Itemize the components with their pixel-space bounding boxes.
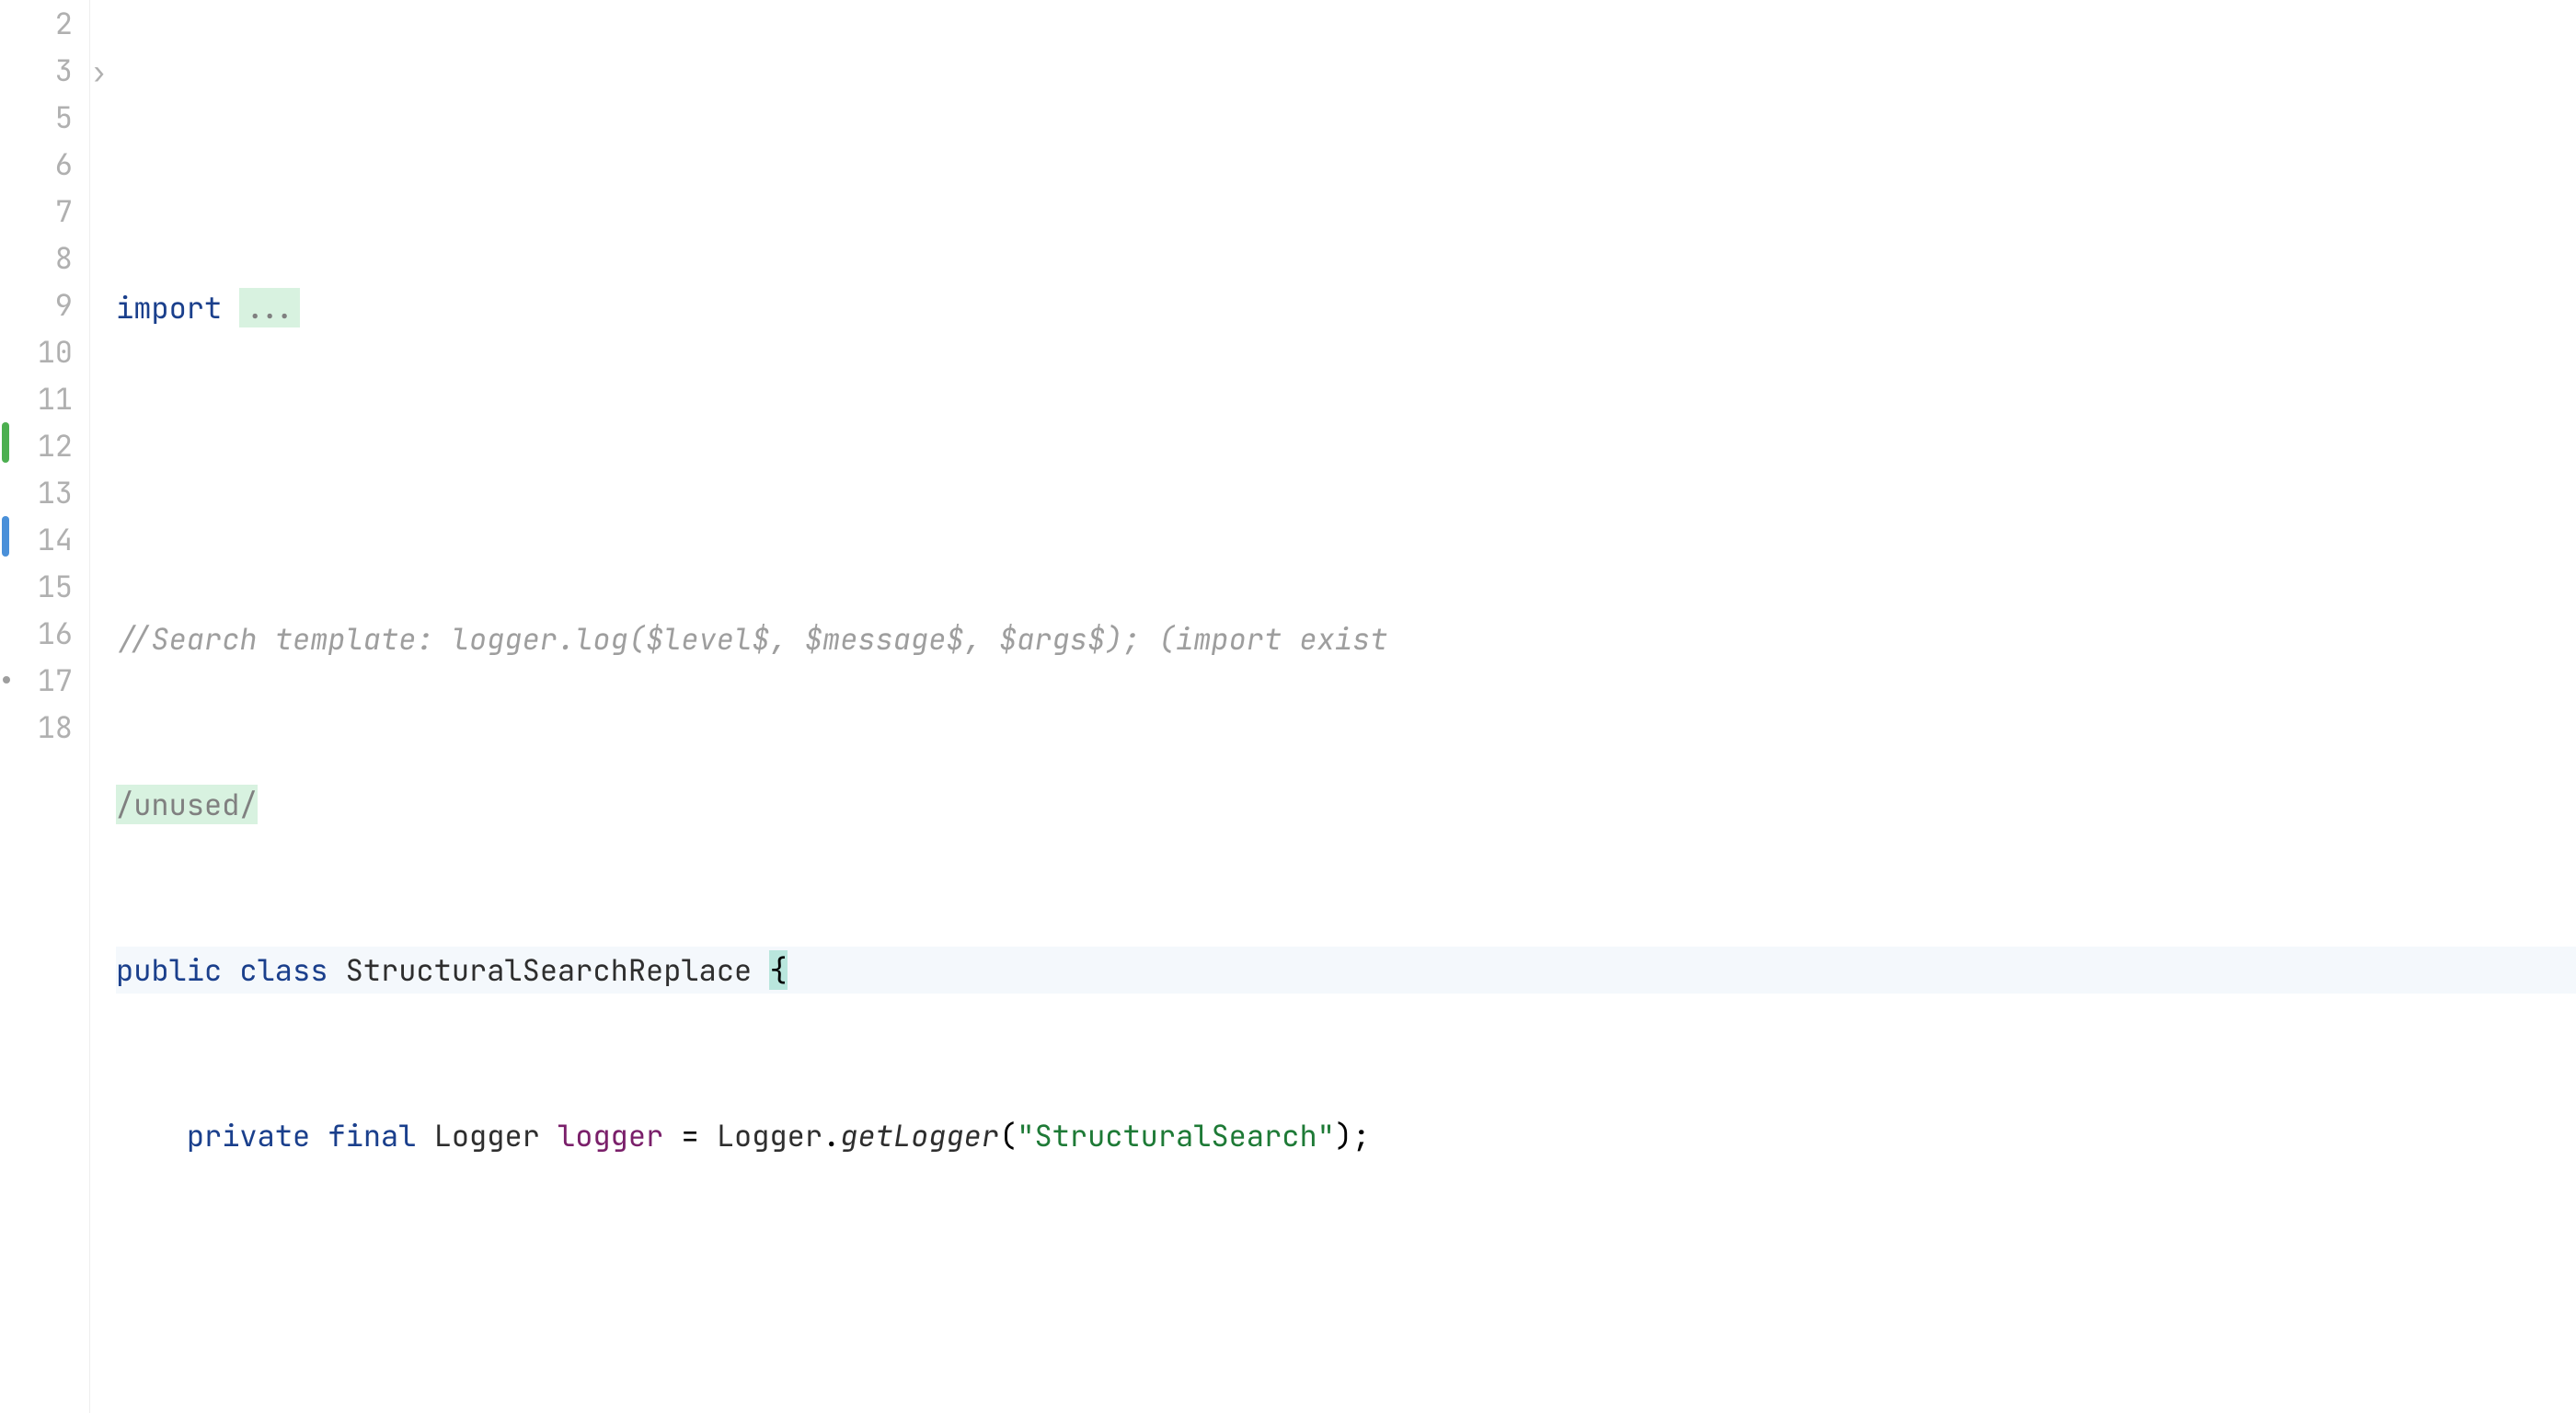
fold-toggle[interactable]: ›: [90, 47, 116, 94]
line-number[interactable]: 14: [11, 516, 73, 563]
field-name: logger: [558, 1116, 663, 1155]
keyword-private: private: [187, 1116, 310, 1155]
type-name: Logger: [717, 1116, 822, 1155]
folded-region[interactable]: ...: [239, 288, 300, 327]
code-line[interactable]: /unused/: [116, 781, 2576, 828]
fold-column: ›: [90, 0, 116, 1413]
string-literal: "StructuralSearch": [1017, 1116, 1335, 1155]
code-line[interactable]: import ...: [116, 284, 2576, 331]
line-number[interactable]: 18: [11, 704, 73, 751]
code-line-current[interactable]: public class StructuralSearchReplace {: [116, 947, 2576, 994]
code-line[interactable]: [116, 450, 2576, 497]
line-number[interactable]: 15: [11, 563, 73, 610]
text: );: [1335, 1116, 1370, 1155]
line-number[interactable]: 17: [11, 657, 73, 704]
text: (: [999, 1116, 1017, 1155]
code-line[interactable]: private final Logger logger = Logger.get…: [116, 1112, 2576, 1159]
line-number-gutter[interactable]: 2 3 5 6 7 8 9 10 11 12 13 14 15 16 17 18: [11, 0, 90, 1413]
text: .: [822, 1116, 840, 1155]
keyword-public: public: [116, 950, 222, 990]
keyword-class: class: [239, 950, 328, 990]
line-number[interactable]: 9: [11, 281, 73, 328]
line-number[interactable]: 13: [11, 469, 73, 516]
vcs-marker-modified[interactable]: [2, 516, 9, 557]
keyword-final: final: [328, 1116, 416, 1155]
line-number[interactable]: 5: [11, 94, 73, 141]
keyword-import: import: [116, 288, 222, 327]
code-line[interactable]: [116, 1278, 2576, 1325]
code-line[interactable]: [116, 119, 2576, 166]
line-number[interactable]: 10: [11, 328, 73, 375]
line-number[interactable]: 8: [11, 235, 73, 281]
chevron-right-icon: ›: [90, 49, 108, 96]
text: =: [663, 1116, 717, 1155]
line-number[interactable]: 16: [11, 610, 73, 657]
line-number[interactable]: 7: [11, 188, 73, 235]
line-number[interactable]: 6: [11, 141, 73, 188]
static-method: getLogger: [840, 1116, 999, 1155]
code-line[interactable]: //Search template: logger.log($level$, $…: [116, 615, 2576, 662]
vcs-marker-dot: [3, 676, 10, 684]
line-number[interactable]: 11: [11, 375, 73, 422]
type-name: Logger: [434, 1116, 540, 1155]
highlight-unused: /unused/: [116, 785, 258, 824]
change-bar: [0, 0, 11, 1413]
brace-match: {: [769, 950, 787, 990]
line-number[interactable]: 3: [11, 47, 73, 94]
class-name: StructuralSearchReplace: [346, 950, 753, 990]
line-number[interactable]: 2: [11, 0, 73, 47]
vcs-marker-added[interactable]: [2, 422, 9, 463]
line-number[interactable]: 12: [11, 422, 73, 469]
code-editor[interactable]: 2 3 5 6 7 8 9 10 11 12 13 14 15 16 17 18…: [0, 0, 2576, 1413]
comment: //Search template: logger.log($level$, $…: [116, 619, 1387, 659]
code-area[interactable]: import ... //Search template: logger.log…: [116, 0, 2576, 1413]
